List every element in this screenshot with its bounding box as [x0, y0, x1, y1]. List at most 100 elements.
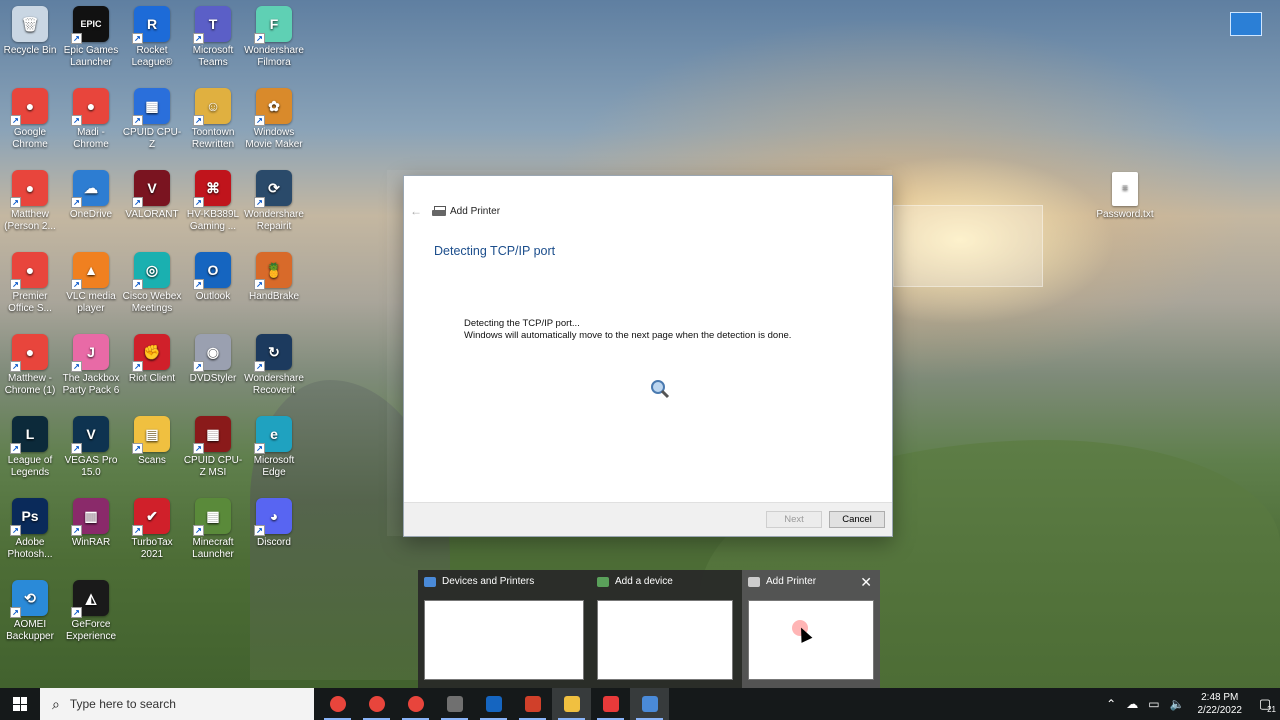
clock-date: 2/22/2022 [1197, 705, 1243, 716]
printer-icon [432, 205, 446, 217]
desktop-icon[interactable]: ☺ ↗ Toontown Rewritten [183, 88, 243, 151]
desktop-icon[interactable]: ▲ ↗ VLC media player [61, 252, 121, 315]
app-icon: ⟲ ↗ [10, 580, 48, 618]
clock[interactable]: 2:48 PM 2/22/2022 [1190, 691, 1251, 717]
desktop-icon[interactable]: ● ↗ Premier Office S... [0, 252, 60, 315]
shortcut-arrow-icon: ↗ [71, 525, 82, 536]
taskbar-app-chrome-3[interactable] [396, 688, 435, 720]
desktop-icon[interactable]: ◉ ↗ DVDStyler [183, 334, 243, 385]
desktop-icon[interactable]: ▦ ↗ CPUID CPU-Z [122, 88, 182, 151]
desktop-icon[interactable]: O ↗ Outlook [183, 252, 243, 303]
network-icon[interactable]: ▭ [1143, 697, 1164, 711]
desktop-icon[interactable]: ✔ ↗ TurboTax 2021 [122, 498, 182, 561]
desktop-icon[interactable]: ▦ ↗ Minecraft Launcher [183, 498, 243, 561]
taskbar-app-chrome-m[interactable] [318, 688, 357, 720]
desktop-icon[interactable]: ⌘ ↗ HV-KB389L Gaming ... [183, 170, 243, 233]
app-icon: ▦ ↗ [193, 498, 231, 536]
app-glyph: Ps [21, 508, 39, 524]
taskbar-app-snip[interactable] [513, 688, 552, 720]
desktop-icon[interactable]: e ↗ Microsoft Edge [244, 416, 304, 479]
desktop-icon-password-txt[interactable]: ≡ Password.txt [1094, 172, 1156, 221]
app-icon: ▦ ↗ [193, 416, 231, 454]
desktop-icon[interactable]: ☁ ↗ OneDrive [61, 170, 121, 221]
app-icon: T ↗ [193, 6, 231, 44]
app-icon: ▤ ↗ [132, 416, 170, 454]
app-glyph: R [146, 16, 158, 32]
app-icon: ▲ ↗ [71, 252, 109, 290]
desktop-icon-label: AOMEI Backupper [6, 619, 54, 642]
desktop-icon[interactable]: ✊ ↗ Riot Client [122, 334, 182, 385]
desktop-icon[interactable]: Ps ↗ Adobe Photosh... [0, 498, 60, 561]
taskbar-app-chrome-2[interactable] [357, 688, 396, 720]
desktop-icon[interactable]: V ↗ VALORANT [122, 170, 182, 221]
notification-center-icon[interactable]: ▢ 21 [1250, 696, 1280, 714]
thumbnail-devices-and-printers[interactable]: Devices and Printers [418, 570, 588, 688]
desktop-icon[interactable]: ● ↗ Matthew (Person 2... [0, 170, 60, 233]
app-icon: O ↗ [193, 252, 231, 290]
desktop-icon[interactable]: L ↗ League of Legends [0, 416, 60, 479]
desktop-icon-label: HandBrake [248, 291, 300, 302]
app-glyph: ✔ [146, 508, 158, 524]
desktop-icon[interactable]: R ↗ Rocket League® [122, 6, 182, 69]
shortcut-arrow-icon: ↗ [193, 279, 204, 290]
shortcut-arrow-icon: ↗ [193, 443, 204, 454]
app-glyph: ◎ [145, 262, 159, 278]
desktop-icon[interactable]: ↻ ↗ Wondershare Recoverit [244, 334, 304, 397]
desktop-icon[interactable]: 🗑 Recycle Bin [0, 6, 60, 57]
desktop-icon[interactable]: ⟲ ↗ AOMEI Backupper [0, 580, 60, 643]
taskbar-search[interactable]: ⌕ Type here to search [40, 688, 314, 720]
shortcut-arrow-icon: ↗ [132, 115, 143, 126]
control-panel-desktop-icon[interactable] [1230, 12, 1262, 36]
shortcut-arrow-icon: ↗ [193, 115, 204, 126]
taskbar-app-outlook[interactable] [474, 688, 513, 720]
app-icon: R ↗ [132, 6, 170, 44]
app-glyph: ✿ [268, 98, 280, 114]
thumbnail-add-a-device[interactable]: Add a device [591, 570, 741, 688]
start-button[interactable] [0, 688, 40, 720]
desktop-icon[interactable]: 🍍 ↗ HandBrake [244, 252, 304, 303]
desktop-icon-label: Rocket League® [131, 45, 173, 68]
desktop-icon-label: Wondershare Repairit [244, 209, 304, 232]
shortcut-arrow-icon: ↗ [132, 33, 143, 44]
desktop-icon[interactable]: ● ↗ Google Chrome [0, 88, 60, 151]
next-button[interactable]: Next [766, 511, 822, 528]
outlook-icon [485, 696, 502, 712]
desktop-icon[interactable]: ✿ ↗ Windows Movie Maker [244, 88, 304, 151]
thumbnail-add-printer[interactable]: Add Printer ✕ [742, 570, 880, 688]
windows-logo-icon [13, 697, 27, 711]
taskbar-app-control-panel[interactable] [630, 688, 669, 720]
desktop-icon-label: VLC media player [66, 291, 116, 314]
taskbar-app-calculator[interactable] [435, 688, 474, 720]
clock-time: 2:48 PM [1201, 692, 1239, 703]
desktop-icon[interactable]: ▤ ↗ Scans [122, 416, 182, 467]
desktop-icon[interactable]: ▥ ↗ WinRAR [61, 498, 121, 549]
taskbar-app-file-explorer[interactable] [552, 688, 591, 720]
desktop-icon[interactable]: F ↗ Wondershare Filmora [244, 6, 304, 69]
app-icon: ✿ ↗ [254, 88, 292, 126]
desktop-icon-label: League of Legends [7, 455, 53, 478]
desktop-icon[interactable]: ◎ ↗ Cisco Webex Meetings [122, 252, 182, 315]
app-icon: EPIC ↗ [71, 6, 109, 44]
desktop-icon[interactable]: ◭ ↗ GeForce Experience [61, 580, 121, 643]
desktop-icon[interactable]: J ↗ The Jackbox Party Pack 6 [61, 334, 121, 397]
desktop-icon-label: Wondershare Recoverit [244, 373, 304, 396]
desktop-icon[interactable]: ● ↗ Madi - Chrome [61, 88, 121, 151]
app-icon: ● ↗ [10, 88, 48, 126]
app-glyph: O [207, 262, 219, 278]
cancel-button[interactable]: Cancel [829, 511, 885, 528]
desktop-icon-label: DVDStyler [189, 373, 237, 384]
desktop-icon[interactable]: ◕ ↗ Discord [244, 498, 304, 549]
close-icon[interactable]: ✕ [860, 574, 872, 591]
back-arrow-icon[interactable]: ← [410, 204, 432, 218]
app-glyph: ▲ [84, 262, 98, 278]
volume-icon[interactable]: 🔈 [1165, 697, 1190, 711]
desktop-icon[interactable]: T ↗ Microsoft Teams [183, 6, 243, 69]
desktop-icon[interactable]: V ↗ VEGAS Pro 15.0 [61, 416, 121, 479]
onedrive-icon[interactable]: ☁ [1121, 697, 1143, 711]
desktop-icon[interactable]: EPIC ↗ Epic Games Launcher [61, 6, 121, 69]
desktop-icon[interactable]: ▦ ↗ CPUID CPU-Z MSI [183, 416, 243, 479]
chevron-up-icon[interactable]: ⌃ [1101, 697, 1121, 711]
desktop-icon[interactable]: ⟳ ↗ Wondershare Repairit [244, 170, 304, 233]
taskbar-app-recorder[interactable] [591, 688, 630, 720]
desktop-icon[interactable]: ● ↗ Matthew - Chrome (1) [0, 334, 60, 397]
